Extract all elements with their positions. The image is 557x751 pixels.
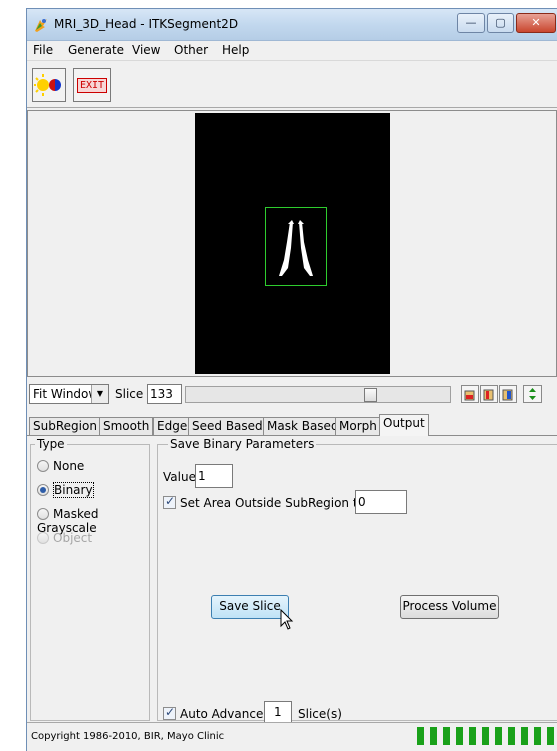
radio-object: Object (37, 531, 92, 545)
radio-binary-label: Binary (53, 482, 94, 498)
up-down-arrows-icon (529, 388, 536, 400)
progress-segment (521, 727, 528, 745)
outside-subregion-label: Set Area Outside SubRegion to (180, 496, 365, 510)
maximize-button[interactable]: ▢ (487, 13, 514, 33)
cube-coronal-icon (483, 389, 494, 401)
mouse-cursor-icon (280, 609, 294, 630)
subregion-rectangle[interactable] (265, 207, 327, 286)
title-bar[interactable]: MRI_3D_Head - ITKSegment2D — ▢ ✕ (27, 9, 557, 41)
radio-object-indicator (37, 532, 49, 544)
close-button[interactable]: ✕ (516, 13, 556, 33)
cube-axial-icon (464, 390, 475, 401)
fit-window-value: Fit Window (33, 387, 99, 401)
tab-bar: SubRegion Smooth Edge Seed Based Mask Ba… (27, 414, 557, 436)
minimize-button[interactable]: — (457, 13, 485, 33)
progress-segment (469, 727, 476, 745)
radio-masked-grayscale-indicator[interactable] (37, 508, 49, 520)
app-window: MRI_3D_Head - ITKSegment2D — ▢ ✕ File Ge… (26, 8, 557, 751)
tab-output[interactable]: Output (379, 414, 429, 436)
outside-subregion-checkbox[interactable] (163, 494, 176, 509)
radio-none[interactable]: None (37, 459, 84, 473)
exit-button[interactable]: EXIT (73, 68, 111, 102)
auto-advance-label: Auto Advance (180, 707, 264, 721)
slices-label: Slice(s) (298, 707, 342, 721)
app-icon (35, 19, 47, 32)
progress-segment (443, 727, 450, 745)
menu-other[interactable]: Other (174, 43, 208, 57)
radio-binary[interactable]: Binary (37, 482, 94, 498)
exit-label: EXIT (77, 78, 107, 93)
value-label: Value (163, 470, 196, 484)
tab-morph[interactable]: Morph (335, 417, 381, 436)
outside-subregion-option[interactable]: Set Area Outside SubRegion to (163, 494, 365, 510)
axial-view-button[interactable] (461, 385, 479, 403)
activity-indicator (417, 727, 557, 745)
window-title: MRI_3D_Head - ITKSegment2D (54, 17, 239, 31)
colormap-button[interactable] (32, 68, 66, 102)
image-viewport[interactable] (27, 110, 557, 377)
tab-mask-based[interactable]: Mask Based (263, 417, 343, 436)
auto-advance-input[interactable]: 1 (264, 701, 292, 723)
progress-segment (482, 727, 489, 745)
slice-slider[interactable] (185, 386, 451, 403)
fit-window-select[interactable]: Fit Window ▼ (29, 384, 109, 404)
progress-segment (417, 727, 424, 745)
coronal-view-button[interactable] (480, 385, 498, 403)
progress-segment (495, 727, 502, 745)
tab-edge[interactable]: Edge (153, 417, 192, 436)
tab-subregion[interactable]: SubRegion (29, 417, 101, 436)
menu-help[interactable]: Help (222, 43, 249, 57)
step-slice-button[interactable] (523, 385, 542, 403)
progress-segment (534, 727, 541, 745)
radio-object-label: Object (53, 531, 93, 545)
radio-none-label: None (53, 459, 85, 473)
menu-file[interactable]: File (33, 43, 53, 57)
radio-binary-indicator[interactable] (37, 484, 49, 496)
menu-view[interactable]: View (132, 43, 160, 57)
copyright-text: Copyright 1986-2010, BIR, Mayo Clinic (31, 731, 225, 742)
type-group-title: Type (35, 437, 67, 451)
process-volume-button[interactable]: Process Volume (400, 595, 499, 619)
auto-advance-checkbox[interactable] (163, 705, 176, 720)
segmented-mask (279, 220, 313, 276)
slice-label: Slice (115, 387, 144, 401)
auto-advance-option[interactable]: Auto Advance (163, 705, 264, 721)
slice-controls: Fit Window ▼ Slice 133 (27, 380, 557, 406)
output-panel: Type None Binary Masked Grayscale Object… (27, 435, 557, 723)
progress-segment (430, 727, 437, 745)
progress-segment (508, 727, 515, 745)
cube-sagittal-icon (502, 389, 513, 401)
save-binary-group: Save Binary Parameters Value 1 Set Area … (157, 437, 557, 723)
image-canvas[interactable] (195, 113, 390, 374)
tab-seed-based[interactable]: Seed Based (188, 417, 267, 436)
tab-smooth[interactable]: Smooth (99, 417, 154, 436)
outside-value-input[interactable]: 0 (355, 490, 407, 514)
menu-bar: File Generate View Other Help (27, 41, 557, 60)
status-bar: Copyright 1986-2010, BIR, Mayo Clinic (27, 722, 557, 751)
value-input[interactable]: 1 (195, 464, 233, 488)
type-group: Type None Binary Masked Grayscale Object (30, 437, 150, 721)
menu-generate[interactable]: Generate (68, 43, 124, 57)
slice-number-input[interactable]: 133 (147, 384, 182, 404)
sagittal-view-button[interactable] (499, 385, 517, 403)
save-group-title: Save Binary Parameters (168, 437, 317, 451)
toolbar: EXIT (27, 60, 557, 108)
sun-colormap-icon (34, 74, 61, 96)
radio-none-indicator[interactable] (37, 460, 49, 472)
progress-segment (547, 727, 554, 745)
dropdown-arrow-icon[interactable]: ▼ (91, 385, 108, 403)
save-slice-button[interactable]: Save Slice (211, 595, 289, 619)
progress-segment (456, 727, 463, 745)
slider-thumb[interactable] (364, 388, 377, 402)
